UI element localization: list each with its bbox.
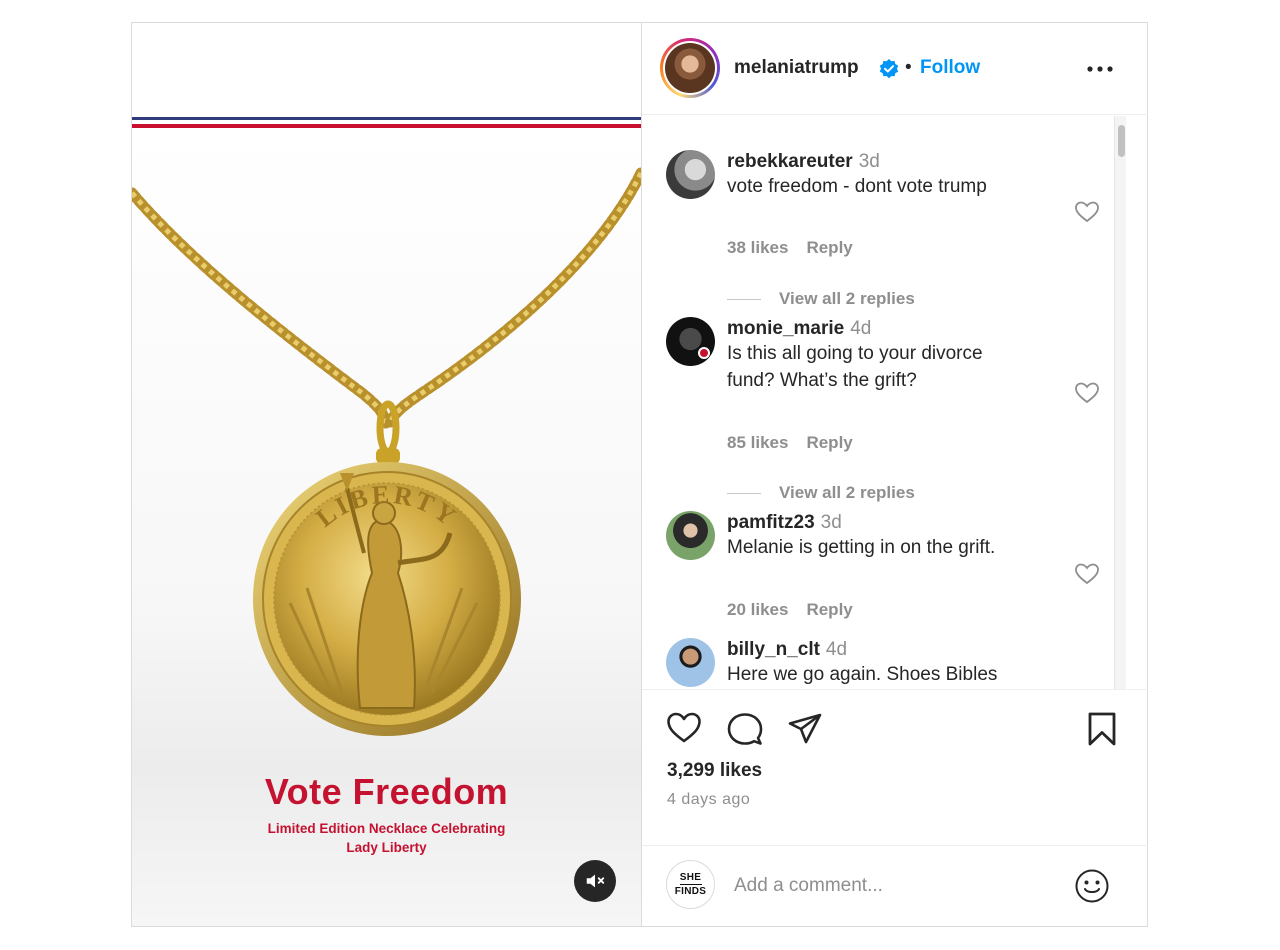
comment-body: monie_marie 4d Is this all going to your … [727,318,1057,394]
heart-icon[interactable] [1074,200,1100,224]
post-media[interactable]: LIBERTY Vote Freedom Limited Edition Nec… [132,23,641,926]
comments-scrollbar[interactable] [1114,116,1126,689]
promo-subtitle-line1: Limited Edition Necklace Celebrating [267,821,506,836]
comment-time: 4d [825,639,848,660]
promo-subtitle-line2: Lady Liberty [346,840,427,855]
view-replies-button[interactable]: View all 2 replies [727,289,915,309]
heart-icon[interactable] [1074,381,1100,405]
blue-stripe [132,117,641,120]
comment-username[interactable]: monie_marie [727,318,844,339]
comment-text-line: Is this all going to your divorce [727,343,983,364]
red-stripe [132,124,641,128]
comment-input[interactable] [734,871,1054,901]
commenter-avatar[interactable] [666,150,715,199]
promo-title: Vote Freedom [264,771,509,812]
actions-divider [642,689,1148,690]
comment-username[interactable]: rebekkareuter [727,151,853,172]
promo-subtitle: Limited Edition Necklace Celebrating Lad… [132,819,641,857]
instagram-post: LIBERTY Vote Freedom Limited Edition Nec… [131,22,1148,927]
heart-icon[interactable] [1074,562,1100,586]
comment-meta: 38 likes Reply [727,238,853,258]
separator-dot: • [905,57,912,78]
comment-username[interactable]: pamfitz23 [727,512,815,533]
speaker-muted-icon [586,874,605,888]
commenter-avatar[interactable] [666,317,715,366]
like-count[interactable]: 3,299 likes [667,760,762,782]
bookmark-icon[interactable] [1086,711,1118,747]
commenter-avatar[interactable] [666,511,715,560]
like-heart-icon[interactable] [666,711,702,745]
current-user-avatar: SHE FINDS [666,860,715,909]
comment-text-line: fund? What’s the grift? [727,370,917,391]
comments-list[interactable]: rebekkareuter 3d vote freedom - dont vote… [642,116,1148,689]
comment-likes[interactable]: 38 likes [727,238,788,257]
comment-body: rebekkareuter 3d vote freedom - dont vote… [727,151,1057,200]
commenter-avatar[interactable] [666,638,715,687]
author-username[interactable]: melaniatrump [734,57,859,79]
comment-meta: 20 likes Reply [727,600,853,620]
mute-button[interactable] [574,860,616,902]
verified-badge-icon [879,59,899,79]
comment-likes[interactable]: 85 likes [727,433,788,452]
emoji-icon[interactable] [1074,868,1110,904]
comment-body: pamfitz23 3d Melanie is getting in on the… [727,512,1057,561]
reply-button[interactable]: Reply [806,600,852,619]
comment-text: Melanie is getting in on the grift. [727,537,996,558]
more-horizontal-icon[interactable] [1082,57,1118,81]
comment-username[interactable]: billy_n_clt [727,639,820,660]
comment-time: 3d [820,512,842,533]
reply-button[interactable]: Reply [806,433,852,452]
comment-body: billy_n_clt 4d Here we go again. Shoes Bi… [727,639,1057,688]
comment-text: Here we go again. Shoes Bibles [727,664,998,685]
post-sidebar: melaniatrump • Follow rebekkareuter 3d vo… [641,23,1148,926]
post-timestamp[interactable]: 4 days ago [667,791,750,809]
post-header: melaniatrump • Follow [642,23,1148,115]
author-avatar[interactable] [660,38,720,98]
comment-time: 4d [850,318,872,339]
necklace-image: LIBERTY [132,167,641,736]
add-comment-bar: SHE FINDS [642,845,1148,926]
view-replies-button[interactable]: View all 2 replies [727,483,915,503]
comment-likes[interactable]: 20 likes [727,600,788,619]
follow-button[interactable]: Follow [920,57,980,79]
comment-bubble-icon[interactable] [727,712,763,746]
comment-time: 3d [858,151,880,172]
scrollbar-thumb[interactable] [1118,125,1125,157]
comment-text: vote freedom - dont vote trump [727,176,987,197]
comment-meta: 85 likes Reply [727,433,853,453]
reply-button[interactable]: Reply [806,238,852,257]
share-send-icon[interactable] [787,712,823,746]
